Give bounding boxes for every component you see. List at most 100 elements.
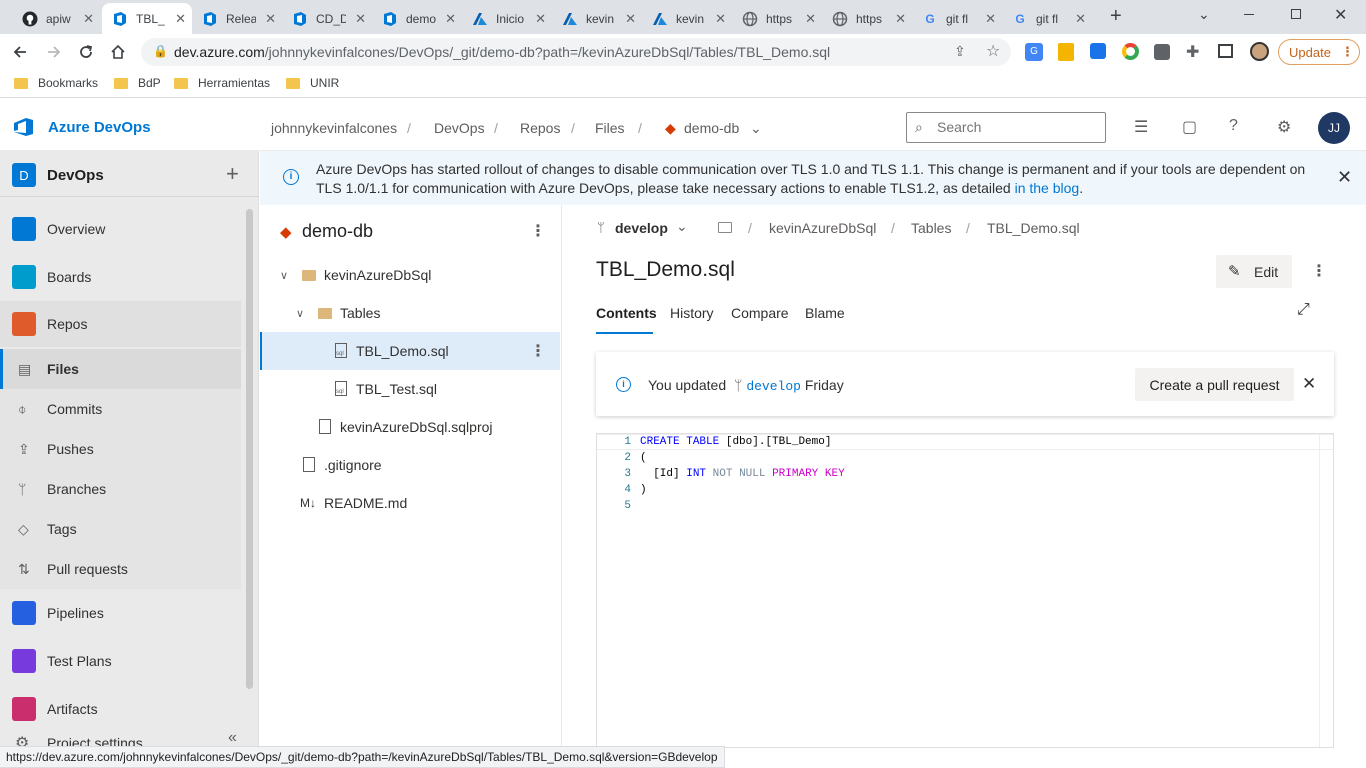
nav-commits[interactable]: ⌽ Commits bbox=[0, 389, 241, 429]
close-tab-icon[interactable]: ✕ bbox=[985, 11, 996, 27]
path-file[interactable]: TBL_Demo.sql bbox=[987, 220, 1080, 236]
browser-tab[interactable]: kevin ✕ bbox=[642, 3, 732, 34]
minimize-icon[interactable] bbox=[1244, 14, 1254, 15]
profile-avatar[interactable] bbox=[1250, 42, 1269, 61]
nav-overview[interactable]: Overview bbox=[0, 209, 241, 249]
bookmark-folder[interactable]: Bookmarks bbox=[14, 76, 98, 90]
close-tab-icon[interactable]: ✕ bbox=[445, 11, 456, 27]
extension-icon[interactable] bbox=[1090, 43, 1106, 59]
fullscreen-icon[interactable]: ⤢ bbox=[1297, 301, 1310, 319]
branch-selector[interactable]: develop bbox=[615, 220, 668, 236]
tab-blame[interactable]: Blame bbox=[805, 305, 845, 321]
task-list-icon[interactable]: ☰ bbox=[1134, 117, 1148, 137]
chevron-down-icon[interactable]: ∨ bbox=[296, 307, 304, 320]
browser-tab[interactable]: G git fl ✕ bbox=[1002, 3, 1092, 34]
bookmark-folder[interactable]: Herramientas bbox=[174, 76, 270, 90]
browser-tab[interactable]: demo ✕ bbox=[372, 3, 462, 34]
tab-contents[interactable]: Contents bbox=[596, 305, 657, 321]
bookmark-star-icon[interactable]: ☆ bbox=[986, 41, 1000, 61]
user-settings-icon[interactable]: ⚙ bbox=[1277, 117, 1291, 137]
shopping-bag-icon[interactable]: ▢ bbox=[1182, 117, 1197, 137]
puzzle-extensions-icon[interactable]: ✚ bbox=[1186, 42, 1199, 62]
search-box[interactable]: ⌕ bbox=[906, 112, 1106, 143]
close-tab-icon[interactable]: ✕ bbox=[805, 11, 816, 27]
maximize-icon[interactable] bbox=[1291, 9, 1301, 19]
chevron-down-icon[interactable]: ∨ bbox=[280, 269, 288, 282]
close-tab-icon[interactable]: ✕ bbox=[265, 11, 276, 27]
reload-icon[interactable] bbox=[74, 40, 98, 64]
close-tab-icon[interactable]: ✕ bbox=[1075, 11, 1086, 27]
brand-title[interactable]: Azure DevOps bbox=[48, 119, 151, 136]
translate-extension-icon[interactable]: G bbox=[1025, 43, 1043, 61]
user-avatar[interactable]: JJ bbox=[1318, 112, 1350, 144]
browser-tab[interactable]: G git fl ✕ bbox=[912, 3, 1002, 34]
close-tab-icon[interactable]: ✕ bbox=[355, 11, 366, 27]
lock-icon[interactable]: 🔒 bbox=[153, 44, 168, 58]
close-tab-icon[interactable]: ✕ bbox=[175, 11, 186, 27]
tab-compare[interactable]: Compare bbox=[731, 305, 789, 321]
close-banner-icon[interactable]: ✕ bbox=[1337, 167, 1352, 188]
azure-devops-logo-icon[interactable] bbox=[13, 117, 35, 142]
collapse-nav-icon[interactable]: « bbox=[228, 729, 237, 747]
close-tab-icon[interactable]: ✕ bbox=[715, 11, 726, 27]
create-pull-request-button[interactable]: Create a pull request bbox=[1135, 368, 1294, 401]
tree-file-selected[interactable]: sql TBL_Demo.sql ⋮ bbox=[260, 332, 560, 370]
home-icon[interactable] bbox=[106, 40, 130, 64]
breadcrumb-project[interactable]: DevOps bbox=[434, 120, 485, 136]
back-icon[interactable] bbox=[8, 40, 32, 64]
nav-branches[interactable]: ᛘ Branches bbox=[0, 469, 241, 509]
share-icon[interactable]: ⇪ bbox=[954, 43, 966, 60]
notice-branch-link[interactable]: develop bbox=[746, 379, 801, 394]
extension-icon[interactable] bbox=[1154, 44, 1170, 60]
close-tab-icon[interactable]: ✕ bbox=[83, 11, 94, 27]
nav-tags[interactable]: ◇ Tags bbox=[0, 509, 241, 549]
search-input[interactable] bbox=[937, 119, 1097, 135]
tree-file[interactable]: sql TBL_Test.sql bbox=[260, 370, 560, 408]
path-folder[interactable]: Tables bbox=[911, 220, 951, 236]
more-vertical-icon[interactable]: ⋮ bbox=[530, 221, 546, 241]
tree-file[interactable]: .gitignore bbox=[260, 446, 560, 484]
nav-pushes[interactable]: ⇪ Pushes bbox=[0, 429, 241, 469]
blog-link[interactable]: in the blog bbox=[1015, 180, 1080, 196]
breadcrumb-files[interactable]: Files bbox=[595, 120, 625, 136]
more-vertical-icon[interactable]: ⋮ bbox=[530, 341, 546, 361]
browser-tab-active[interactable]: TBL_ ✕ bbox=[102, 3, 192, 34]
browser-tab[interactable]: kevin ✕ bbox=[552, 3, 642, 34]
editor-scrollbar[interactable] bbox=[1319, 434, 1333, 747]
nav-test-plans[interactable]: Test Plans bbox=[0, 641, 241, 681]
path-folder[interactable]: kevinAzureDbSql bbox=[769, 220, 876, 236]
forward-icon[interactable] bbox=[42, 40, 66, 64]
update-button[interactable]: Update ⋮ bbox=[1278, 39, 1360, 65]
browser-tab[interactable]: https ✕ bbox=[732, 3, 822, 34]
browser-tab[interactable]: Relea ✕ bbox=[192, 3, 282, 34]
close-tab-icon[interactable]: ✕ bbox=[895, 11, 906, 27]
code-editor[interactable]: 1 2 3 4 5 CREATE TABLE [dbo].[TBL_Demo] … bbox=[596, 433, 1334, 748]
chevron-down-icon[interactable]: ⌄ bbox=[750, 120, 762, 137]
breadcrumb-repo[interactable]: demo-db bbox=[684, 120, 739, 136]
notes-extension-icon[interactable] bbox=[1058, 43, 1074, 61]
nav-files[interactable]: ▤ Files bbox=[0, 349, 241, 389]
browser-tab[interactable]: CD_D ✕ bbox=[282, 3, 372, 34]
tab-history[interactable]: History bbox=[670, 305, 714, 321]
edit-button[interactable]: ✎ Edit bbox=[1216, 255, 1292, 288]
project-avatar[interactable]: D bbox=[12, 163, 36, 187]
tree-file[interactable]: M↓ README.md bbox=[260, 484, 560, 522]
folder-icon[interactable] bbox=[718, 222, 732, 233]
nav-pull-requests[interactable]: ⇅ Pull requests bbox=[0, 549, 241, 589]
breadcrumb-repos[interactable]: Repos bbox=[520, 120, 560, 136]
tab-search-icon[interactable]: ⌄ bbox=[1198, 6, 1210, 23]
close-tab-icon[interactable]: ✕ bbox=[625, 11, 636, 27]
tree-folder-tables[interactable]: ∨ Tables bbox=[260, 294, 560, 332]
tree-file[interactable]: kevinAzureDbSql.sqlproj bbox=[260, 408, 560, 446]
bookmark-folder[interactable]: UNIR bbox=[286, 76, 339, 90]
browser-tab[interactable]: apiw ✕ bbox=[12, 3, 100, 34]
project-name[interactable]: DevOps bbox=[47, 167, 104, 184]
browser-tab[interactable]: https ✕ bbox=[822, 3, 912, 34]
chevron-down-icon[interactable]: ⌄ bbox=[676, 218, 688, 235]
breadcrumb-organization[interactable]: johnnykevinfalcones bbox=[271, 120, 397, 136]
window-close-icon[interactable]: ✕ bbox=[1334, 5, 1347, 25]
repo-name[interactable]: demo-db bbox=[302, 221, 373, 242]
browser-tab[interactable]: Inicio ✕ bbox=[462, 3, 552, 34]
tree-folder-root[interactable]: ∨ kevinAzureDbSql bbox=[260, 256, 560, 294]
add-icon[interactable]: + bbox=[226, 161, 239, 187]
